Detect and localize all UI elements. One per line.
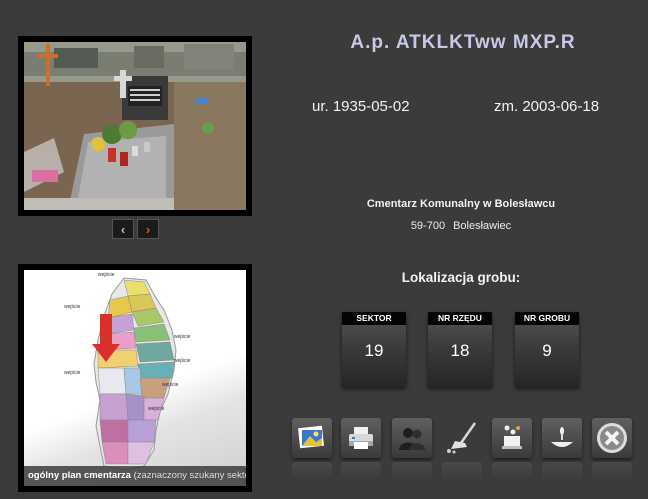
grave-number-value: 9 <box>542 341 552 360</box>
light-candle-button[interactable] <box>542 418 582 458</box>
map-caption-note: (zaznaczony szukany sektor) <box>133 470 246 481</box>
icon-reflection <box>592 462 632 480</box>
people-icon <box>399 428 425 450</box>
sector-label: SEKTOR <box>342 312 406 325</box>
grave-photo-frame <box>18 36 252 216</box>
icon-reflection <box>292 462 332 480</box>
icon-reflection <box>442 462 482 480</box>
chevron-left-icon: ‹ <box>120 221 126 237</box>
grave-location-title: Lokalizacja grobu: <box>401 270 521 285</box>
row-label: NR RZĘDU <box>428 312 492 325</box>
entrance-label: wejście <box>98 272 115 278</box>
print-button[interactable] <box>341 418 381 458</box>
map-caption-title: ogólny plan cmentarza <box>28 470 131 481</box>
cemetery-plan-image: wejście wejście wejście wejście wejście … <box>64 272 191 471</box>
close-icon <box>597 423 627 453</box>
entrance-label: wejście <box>174 358 191 364</box>
candles-icon <box>502 425 522 449</box>
entrance-label: wejście <box>64 370 81 376</box>
close-button[interactable] <box>592 418 632 458</box>
birth-date: ur. 1935-05-02 <box>312 98 410 115</box>
deceased-name: A.p. ATKLKTww MXP.R <box>350 32 576 53</box>
grave-number-tile: NR GROBU 9 <box>515 312 579 387</box>
print-icon <box>349 427 373 449</box>
photo-gallery-button[interactable] <box>292 418 332 458</box>
icon-reflection <box>392 462 432 480</box>
photo-gallery-icon <box>298 425 324 449</box>
map-caption: ogólny plan cmentarza (zaznaczony szukan… <box>24 466 246 486</box>
entrance-label: wejście <box>174 334 191 340</box>
cemetery-map-frame: wejście wejście wejście wejście wejście … <box>18 264 252 492</box>
previous-photo-button[interactable]: ‹ <box>112 219 134 239</box>
city: Bolesławiec <box>453 220 512 232</box>
sector-value: 19 <box>364 341 384 360</box>
candle-icon <box>551 427 573 447</box>
candles-button[interactable] <box>492 418 532 458</box>
grave-photo[interactable] <box>24 42 246 210</box>
icon-reflection <box>492 462 532 480</box>
entrance-label: wejście <box>64 304 81 310</box>
chevron-right-icon: › <box>145 221 151 237</box>
postal-code: 59-700 <box>410 220 446 232</box>
photo-navigation: ‹ › <box>112 219 159 239</box>
icon-reflection <box>542 462 582 480</box>
icon-reflection <box>341 462 381 480</box>
grave-number-label: NR GROBU <box>515 312 579 325</box>
grave-photo-image <box>24 42 246 210</box>
people-button[interactable] <box>392 418 432 458</box>
broom-icon <box>447 422 477 454</box>
cemetery-name: Cmentarz Komunalny w Bolesławcu <box>366 198 556 210</box>
sector-tile: SEKTOR 19 <box>342 312 406 387</box>
entrance-label: wejście <box>162 382 179 388</box>
entrance-label: wejście <box>148 406 165 412</box>
next-photo-button[interactable]: › <box>137 219 159 239</box>
row-tile: NR RZĘDU 18 <box>428 312 492 387</box>
clean-grave-button[interactable] <box>442 418 482 458</box>
row-value: 18 <box>450 341 470 360</box>
cemetery-map[interactable]: wejście wejście wejście wejście wejście … <box>24 270 246 486</box>
cemetery-address: 59-700 Bolesławiec <box>300 220 622 232</box>
death-date: zm. 2003-06-18 <box>494 98 600 115</box>
